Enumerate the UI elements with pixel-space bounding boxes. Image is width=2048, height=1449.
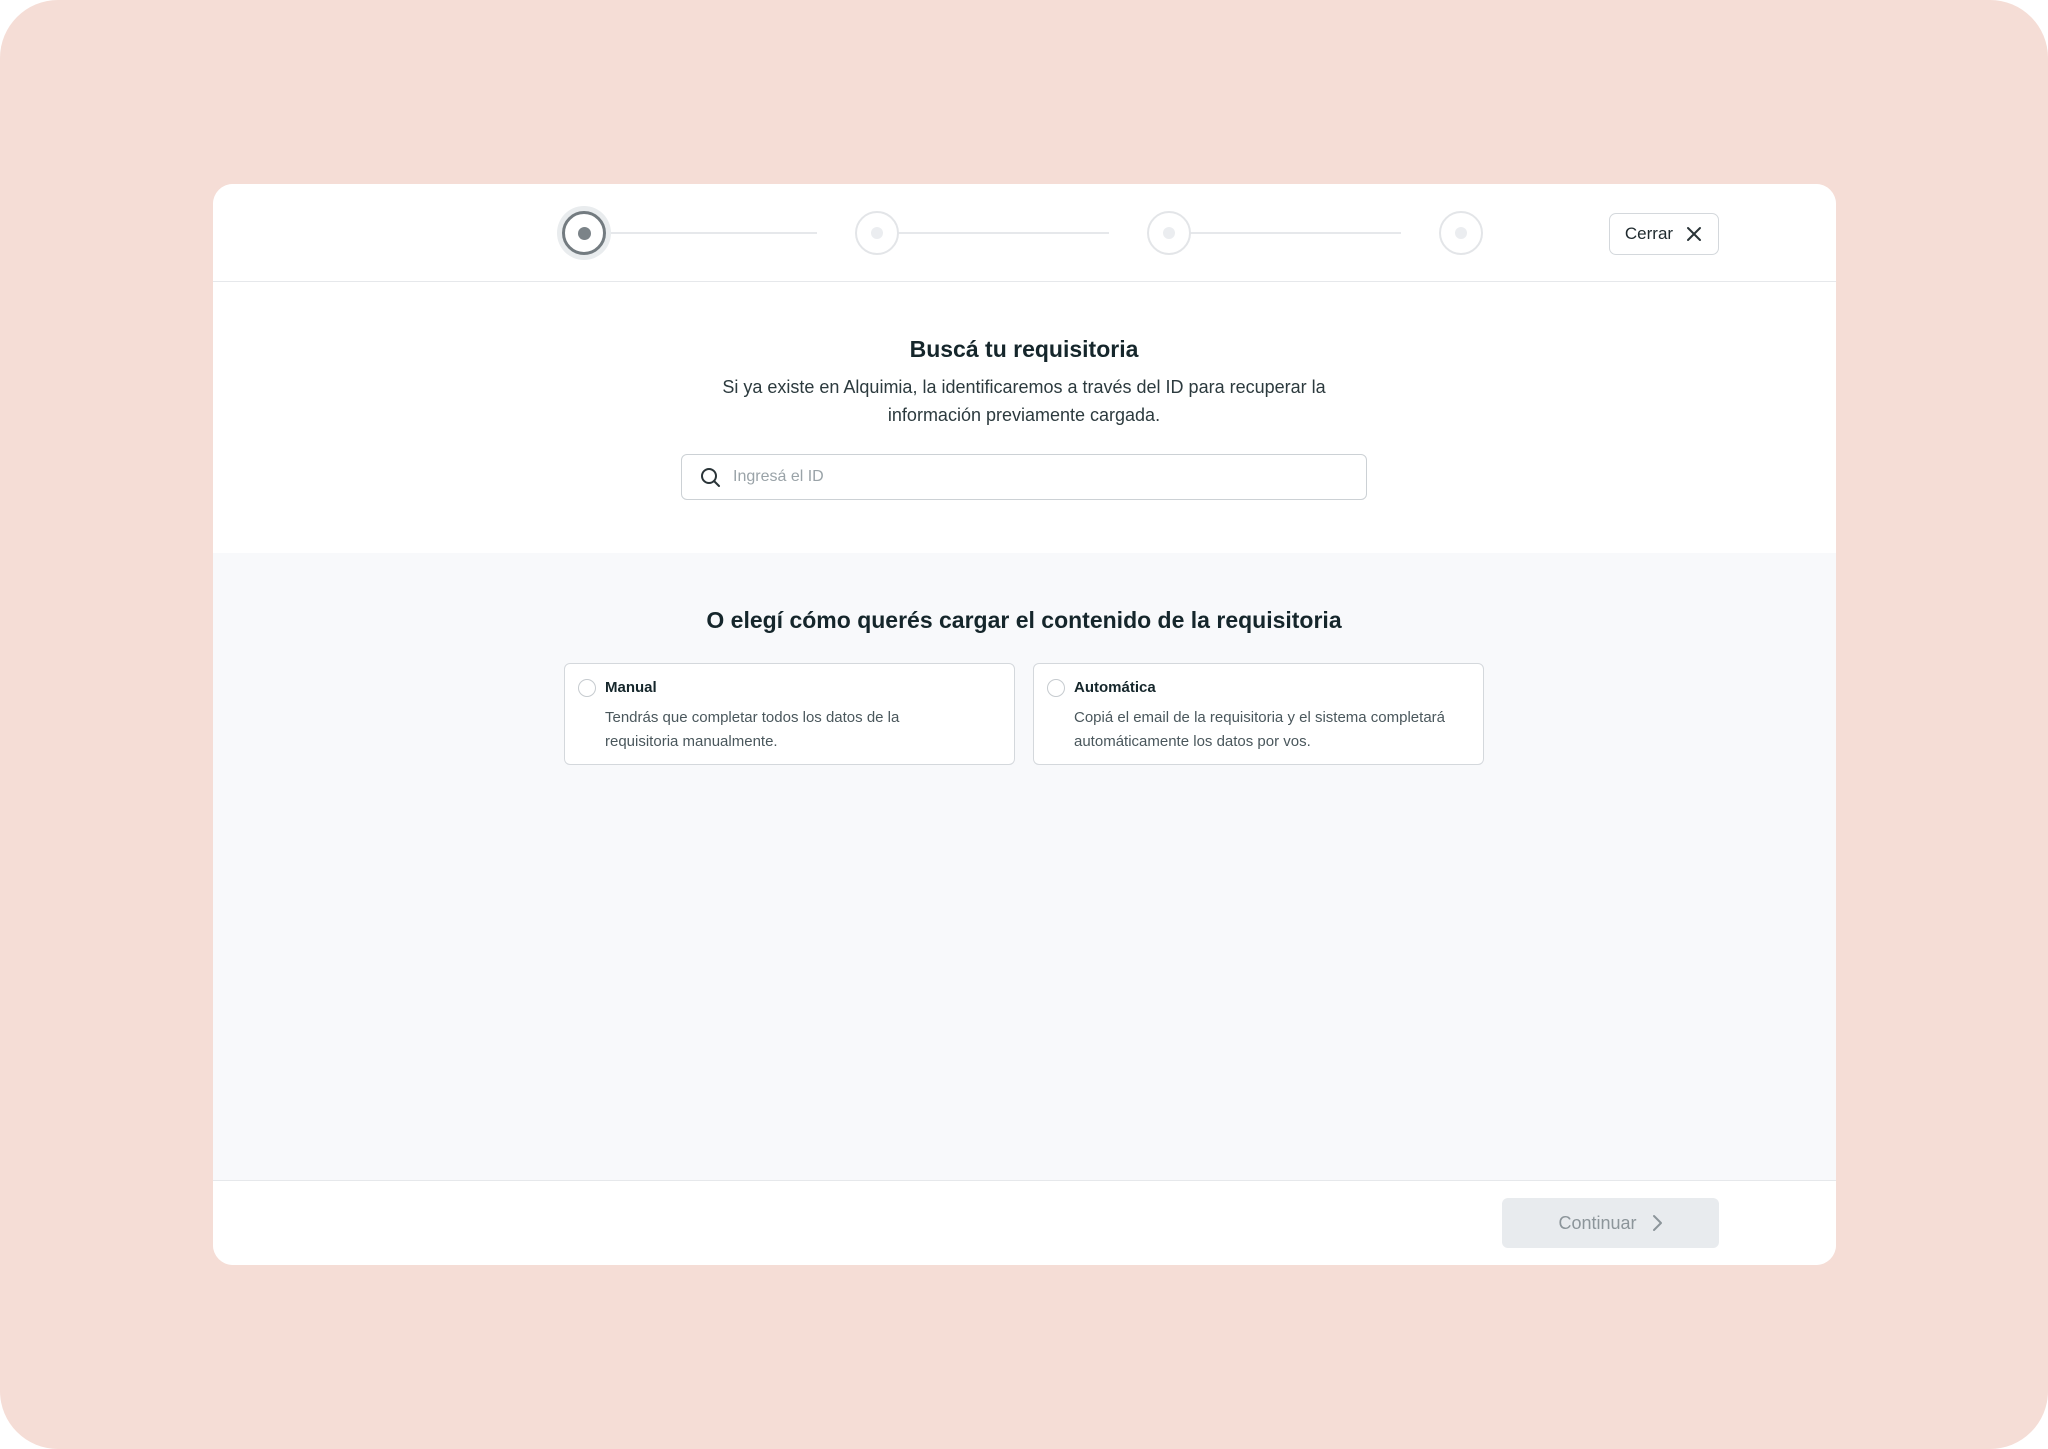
option-manual-description: Tendrás que completar todos los datos de… xyxy=(605,706,1005,754)
close-button[interactable]: Cerrar xyxy=(1609,213,1719,255)
search-subtitle: Si ya existe en Alquimia, la identificar… xyxy=(0,373,2048,429)
step-4-indicator xyxy=(1439,211,1483,255)
option-automatic-desc-line-1: Copiá el email de la requisitoria y el s… xyxy=(1074,709,1446,726)
step-1-indicator xyxy=(562,211,606,255)
step-connector xyxy=(877,232,1109,234)
load-method-section xyxy=(213,553,1836,1180)
stepper xyxy=(213,184,1836,282)
modal-header xyxy=(213,184,1836,282)
option-manual[interactable]: Manual Tendrás que completar todos los d… xyxy=(564,663,1015,765)
search-field[interactable] xyxy=(681,454,1367,500)
radio-manual[interactable] xyxy=(578,679,596,697)
option-manual-title: Manual xyxy=(605,679,657,696)
continue-button[interactable]: Continuar xyxy=(1502,1198,1719,1248)
option-automatic-desc-line-2: automáticamente los datos por vos. xyxy=(1074,733,1311,750)
step-dot xyxy=(871,227,883,239)
step-2-indicator xyxy=(855,211,899,255)
option-automatic[interactable]: Automática Copiá el email de la requisit… xyxy=(1033,663,1484,765)
step-dot xyxy=(1163,227,1175,239)
continue-button-label: Continuar xyxy=(1558,1212,1637,1233)
step-connector xyxy=(1169,232,1401,234)
chevron-right-icon xyxy=(1652,1215,1662,1231)
step-dot xyxy=(1455,227,1467,239)
step-dot xyxy=(577,226,591,240)
radio-automatic[interactable] xyxy=(1047,679,1065,697)
option-automatic-description: Copiá el email de la requisitoria y el s… xyxy=(1074,706,1474,754)
step-3-indicator xyxy=(1147,211,1191,255)
option-automatic-title: Automática xyxy=(1074,679,1156,696)
search-subtitle-line-2: información previamente cargada. xyxy=(887,405,1161,425)
search-icon xyxy=(701,467,720,487)
close-icon xyxy=(1687,227,1702,241)
search-input[interactable] xyxy=(733,468,1333,486)
close-button-label: Cerrar xyxy=(1624,224,1674,243)
option-manual-desc-line-1: Tendrás que completar todos los datos de… xyxy=(605,709,900,726)
step-connector xyxy=(585,232,817,234)
search-subtitle-line-1: Si ya existe en Alquimia, la identificar… xyxy=(722,377,1326,397)
option-manual-desc-line-2: requisitoria manualmente. xyxy=(605,733,778,750)
load-method-title: O elegí cómo querés cargar el contenido … xyxy=(706,607,1342,633)
search-title: Buscá tu requisitoria xyxy=(909,336,1139,362)
